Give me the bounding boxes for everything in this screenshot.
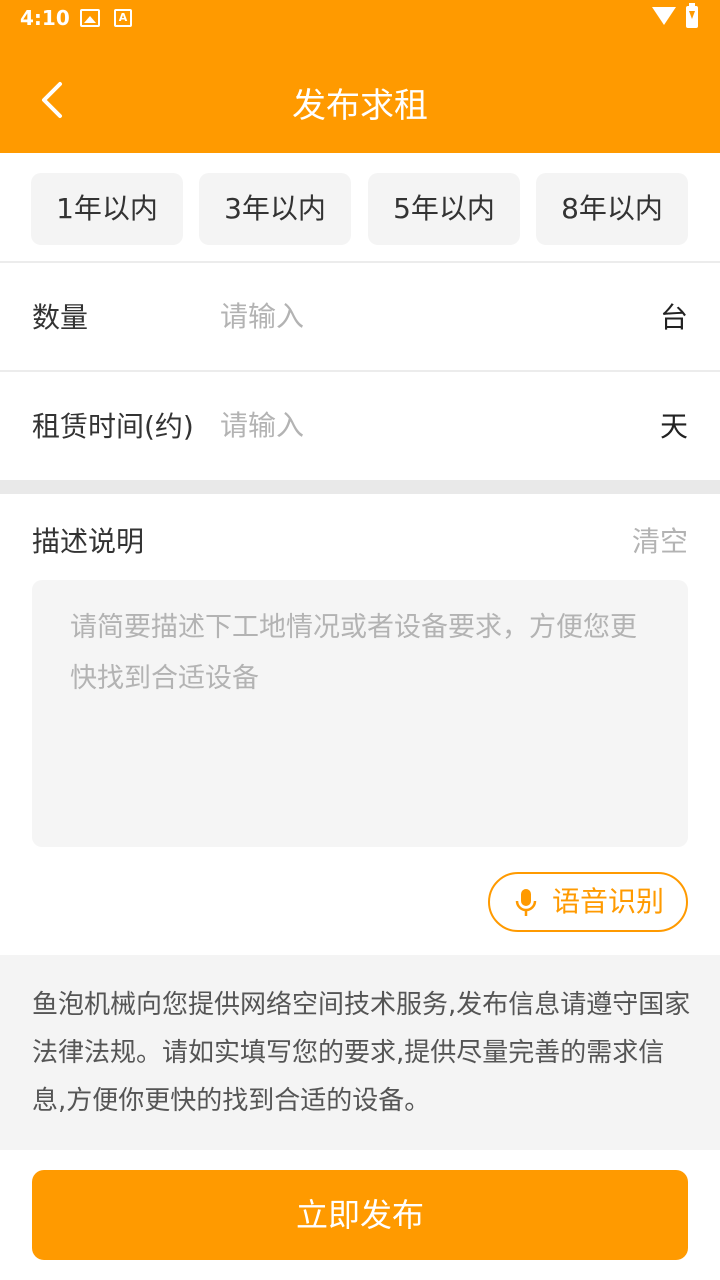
duration-chips: 1年以内 3年以内 5年以内 8年以内 — [0, 153, 720, 263]
quantity-input[interactable] — [220, 294, 620, 338]
microphone-icon — [515, 889, 537, 916]
rent-time-input[interactable] — [220, 403, 620, 447]
description-title: 描述说明 — [32, 525, 145, 558]
clear-button[interactable]: 清空 — [632, 520, 688, 560]
a-notification-icon: A — [114, 9, 132, 27]
chip-1-year[interactable]: 1年以内 — [31, 173, 183, 245]
chip-3-years[interactable]: 3年以内 — [199, 173, 351, 245]
description-box — [32, 580, 688, 847]
image-notification-icon — [80, 9, 100, 27]
chip-8-years[interactable]: 8年以内 — [536, 173, 688, 245]
notice-panel: 鱼泡机械向您提供网络空间技术服务,发布信息请遵守国家法律法规。请如实填写您的要求… — [0, 955, 720, 1150]
description-textarea[interactable] — [32, 580, 688, 847]
section-separator — [0, 480, 720, 494]
quantity-row: 数量 台 — [0, 264, 720, 370]
notice-text: 鱼泡机械向您提供网络空间技术服务,发布信息请遵守国家法律法规。请如实填写您的要求… — [32, 990, 691, 1116]
battery-icon — [686, 3, 698, 28]
page-title: 发布求租 — [292, 86, 428, 126]
publish-button[interactable]: 立即发布 — [32, 1170, 688, 1260]
quantity-label: 数量 — [32, 301, 89, 334]
voice-recognition-label: 语音识别 — [552, 885, 665, 918]
rent-time-unit: 天 — [659, 410, 688, 443]
rent-time-label: 租赁时间(约) — [32, 410, 194, 443]
wifi-icon — [652, 7, 676, 25]
divider — [0, 370, 720, 372]
chip-5-years[interactable]: 5年以内 — [368, 173, 520, 245]
quantity-unit: 台 — [659, 301, 688, 334]
voice-recognition-button[interactable]: 语音识别 — [488, 872, 688, 932]
status-bar: 4:10 A — [0, 0, 720, 38]
divider — [0, 261, 720, 263]
rent-time-row: 租赁时间(约) 天 — [0, 373, 720, 479]
status-time: 4:10 — [20, 6, 70, 30]
app-header: 4:10 A 发布求租 — [0, 0, 720, 153]
